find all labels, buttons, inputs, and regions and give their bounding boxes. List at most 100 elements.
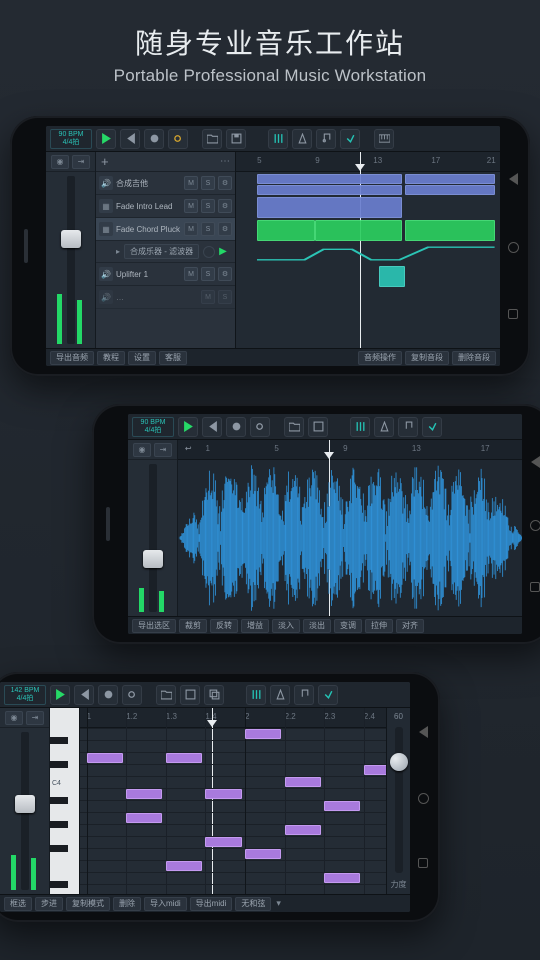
import-midi-button[interactable]: 导入midi <box>144 897 187 911</box>
android-home-icon[interactable] <box>418 793 429 804</box>
tempo-display[interactable]: 90 BPM4/4拍 <box>132 417 174 437</box>
copy-button[interactable] <box>204 685 224 705</box>
support-button[interactable]: 客服 <box>159 351 187 365</box>
gain-button[interactable]: 增益 <box>241 619 269 633</box>
save-button[interactable] <box>226 129 246 149</box>
midi-note[interactable] <box>245 849 281 859</box>
open-button[interactable] <box>284 417 304 437</box>
mute-button[interactable]: M <box>184 222 198 236</box>
tempo-display[interactable]: 90 BPM4/4拍 <box>50 129 92 149</box>
clip[interactable] <box>257 220 315 241</box>
clip[interactable] <box>257 174 402 184</box>
android-home-icon[interactable] <box>530 520 540 531</box>
android-back-icon[interactable] <box>531 456 540 468</box>
mixer-button[interactable] <box>268 129 288 149</box>
track-settings-icon[interactable]: ⚙ <box>218 222 232 236</box>
reverse-button[interactable]: 反转 <box>210 619 238 633</box>
copy-clip-button[interactable]: 复制音段 <box>405 351 449 365</box>
master-fader[interactable] <box>149 464 157 612</box>
notes-button[interactable] <box>398 417 418 437</box>
midi-note[interactable] <box>87 753 123 763</box>
automation-toggle[interactable] <box>203 246 215 258</box>
mute-button[interactable]: M <box>184 176 198 190</box>
pitch-button[interactable]: 变调 <box>334 619 362 633</box>
master-fader[interactable] <box>67 176 75 344</box>
solo-button[interactable]: S <box>218 290 232 304</box>
tutorial-button[interactable]: 教程 <box>97 351 125 365</box>
midi-note[interactable] <box>126 789 162 799</box>
midi-note[interactable] <box>285 777 321 787</box>
audio-ops-button[interactable]: 音频操作 <box>358 351 402 365</box>
track-name[interactable]: … <box>116 293 198 302</box>
copy-mode-button[interactable]: 复制模式 <box>66 897 110 911</box>
midi-note[interactable] <box>245 729 281 739</box>
open-button[interactable] <box>156 685 176 705</box>
track-name[interactable]: Fade Intro Lead <box>116 202 181 211</box>
timeline-ruler[interactable]: 5 9 13 17 21 <box>236 152 500 172</box>
playhead[interactable] <box>212 708 213 894</box>
marquee-button[interactable]: 框选 <box>4 897 32 911</box>
automation-param[interactable]: 合成乐器 - 滤波器 <box>124 244 199 259</box>
arrangement-area[interactable]: 5 9 13 17 21 <box>236 152 500 348</box>
export-midi-button[interactable]: 导出midi <box>190 897 233 911</box>
midi-note[interactable] <box>324 873 360 883</box>
delete-button[interactable]: 删除 <box>113 897 141 911</box>
record-button[interactable] <box>144 129 164 149</box>
clip[interactable] <box>315 220 402 241</box>
record-button[interactable] <box>226 417 246 437</box>
android-recent-icon[interactable] <box>418 858 428 868</box>
master-mute[interactable]: ◉ <box>5 711 23 725</box>
chord-mode-button[interactable]: 无和弦 <box>235 897 271 911</box>
tempo-display[interactable]: 142 BPM4/4拍 <box>4 685 46 705</box>
android-back-icon[interactable] <box>509 173 518 185</box>
loop-button[interactable] <box>250 417 270 437</box>
android-recent-icon[interactable] <box>508 309 518 319</box>
add-track-button[interactable]: + <box>101 154 109 169</box>
clip[interactable] <box>405 185 495 195</box>
mixer-button[interactable] <box>246 685 266 705</box>
export-audio-button[interactable]: 导出音频 <box>50 351 94 365</box>
settings-button[interactable]: 设置 <box>128 351 156 365</box>
automation-lane[interactable] <box>257 243 495 264</box>
midi-note[interactable] <box>205 789 241 799</box>
clip[interactable] <box>257 197 402 218</box>
solo-button[interactable]: S <box>201 267 215 281</box>
mute-button[interactable]: M <box>184 199 198 213</box>
play-button[interactable] <box>96 129 116 149</box>
crop-button[interactable]: 裁剪 <box>179 619 207 633</box>
metronome-button[interactable] <box>374 417 394 437</box>
delete-clip-button[interactable]: 删除音段 <box>452 351 496 365</box>
track-settings-icon[interactable]: ⚙ <box>218 199 232 213</box>
metronome-button[interactable] <box>270 685 290 705</box>
midi-note[interactable] <box>285 825 321 835</box>
master-collapse[interactable]: ⇥ <box>72 155 90 169</box>
mixer-button[interactable] <box>350 417 370 437</box>
metronome-button[interactable] <box>292 129 312 149</box>
solo-button[interactable]: S <box>201 222 215 236</box>
loop-button[interactable] <box>122 685 142 705</box>
android-home-icon[interactable] <box>508 242 519 253</box>
snap-button[interactable] <box>340 129 360 149</box>
stretch-button[interactable]: 拉伸 <box>365 619 393 633</box>
save-button[interactable] <box>308 417 328 437</box>
track-name[interactable]: Fade Chord Pluck <box>116 225 181 234</box>
open-button[interactable] <box>202 129 222 149</box>
fadein-button[interactable]: 淡入 <box>272 619 300 633</box>
master-collapse[interactable]: ⇥ <box>26 711 44 725</box>
clip[interactable] <box>405 174 495 184</box>
velocity-fader[interactable] <box>395 727 403 873</box>
master-mute[interactable]: ◉ <box>133 443 151 457</box>
record-button[interactable] <box>98 685 118 705</box>
align-button[interactable]: 对齐 <box>396 619 424 633</box>
notes-button[interactable] <box>316 129 336 149</box>
snap-button[interactable] <box>318 685 338 705</box>
solo-button[interactable]: S <box>201 176 215 190</box>
master-mute[interactable]: ◉ <box>51 155 69 169</box>
save-button[interactable] <box>180 685 200 705</box>
keyboard-button[interactable] <box>374 129 394 149</box>
fadeout-button[interactable]: 淡出 <box>303 619 331 633</box>
track-name[interactable]: Uplifter 1 <box>116 270 181 279</box>
midi-note[interactable] <box>324 801 360 811</box>
solo-button[interactable]: S <box>201 199 215 213</box>
timeline-ruler[interactable]: ↩ 1 5 9 13 17 <box>178 440 522 460</box>
